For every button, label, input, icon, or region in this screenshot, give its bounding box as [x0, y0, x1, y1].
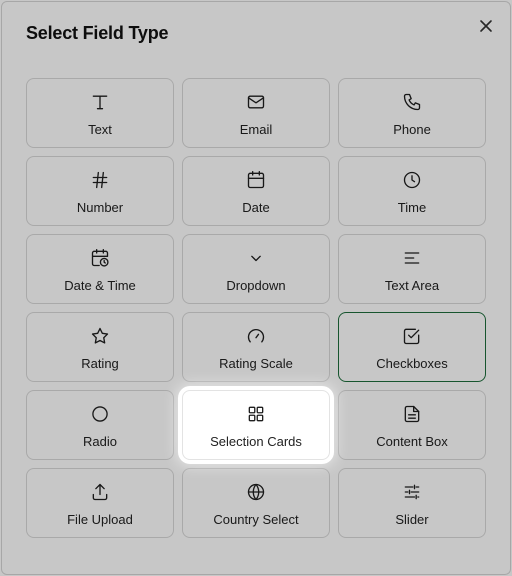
field-type-label: Date — [242, 200, 270, 215]
field-type-label: Email — [239, 122, 273, 137]
field-type-label: Radio — [83, 434, 117, 449]
grid-icon — [245, 403, 267, 425]
gauge-icon — [245, 325, 267, 347]
chevron-down-icon — [245, 247, 267, 269]
field-type-dropdown[interactable]: Dropdown — [182, 234, 330, 304]
field-type-rating[interactable]: Rating — [26, 312, 174, 382]
field-type-text[interactable]: Text — [26, 78, 174, 148]
phone-icon — [401, 91, 423, 113]
field-type-checkboxes[interactable]: Checkboxes — [338, 312, 486, 382]
upload-icon — [89, 481, 111, 503]
field-type-slider[interactable]: Slider — [338, 468, 486, 538]
field-type-label: Dropdown — [226, 278, 286, 293]
field-type-dialog: Select Field Type Text Email Phone Numbe… — [1, 1, 511, 575]
field-type-label: File Upload — [67, 512, 133, 527]
field-type-label: Checkboxes — [376, 356, 448, 371]
close-icon — [480, 20, 492, 32]
align-left-icon — [401, 247, 423, 269]
field-type-label: Number — [76, 200, 124, 215]
field-type-text-area[interactable]: Text Area — [338, 234, 486, 304]
close-button[interactable] — [474, 14, 498, 38]
field-type-label: Text — [88, 122, 112, 137]
star-icon — [89, 325, 111, 347]
field-type-label: Time — [397, 200, 427, 215]
field-type-number[interactable]: Number — [26, 156, 174, 226]
field-type-label: Rating Scale — [219, 356, 293, 371]
text-icon — [89, 91, 111, 113]
field-type-label: Country Select — [213, 512, 299, 527]
circle-icon — [89, 403, 111, 425]
field-type-rating-scale[interactable]: Rating Scale — [182, 312, 330, 382]
hash-icon — [89, 169, 111, 191]
field-type-email[interactable]: Email — [182, 78, 330, 148]
field-type-label: Date & Time — [64, 278, 136, 293]
clock-icon — [401, 169, 423, 191]
field-type-label: Phone — [393, 122, 431, 137]
sliders-icon — [401, 481, 423, 503]
calendar-clock-icon — [89, 247, 111, 269]
field-type-label: Rating — [81, 356, 119, 371]
field-type-date-time[interactable]: Date & Time — [26, 234, 174, 304]
field-type-radio[interactable]: Radio — [26, 390, 174, 460]
field-type-grid: Text Email Phone Number Date Time Date &… — [26, 78, 486, 538]
file-text-icon — [401, 403, 423, 425]
field-type-label: Text Area — [384, 278, 440, 293]
field-type-content-box[interactable]: Content Box — [338, 390, 486, 460]
field-type-file-upload[interactable]: File Upload — [26, 468, 174, 538]
field-type-phone[interactable]: Phone — [338, 78, 486, 148]
calendar-icon — [245, 169, 267, 191]
field-type-label: Content Box — [376, 434, 448, 449]
globe-icon — [245, 481, 267, 503]
field-type-country-select[interactable]: Country Select — [182, 468, 330, 538]
field-type-selection-cards[interactable]: Selection Cards — [182, 390, 330, 460]
field-type-label: Selection Cards — [210, 434, 302, 449]
field-type-time[interactable]: Time — [338, 156, 486, 226]
mail-icon — [245, 91, 267, 113]
field-type-date[interactable]: Date — [182, 156, 330, 226]
dialog-title: Select Field Type — [26, 23, 169, 43]
field-type-label: Slider — [395, 512, 429, 527]
check-square-icon — [401, 325, 423, 347]
